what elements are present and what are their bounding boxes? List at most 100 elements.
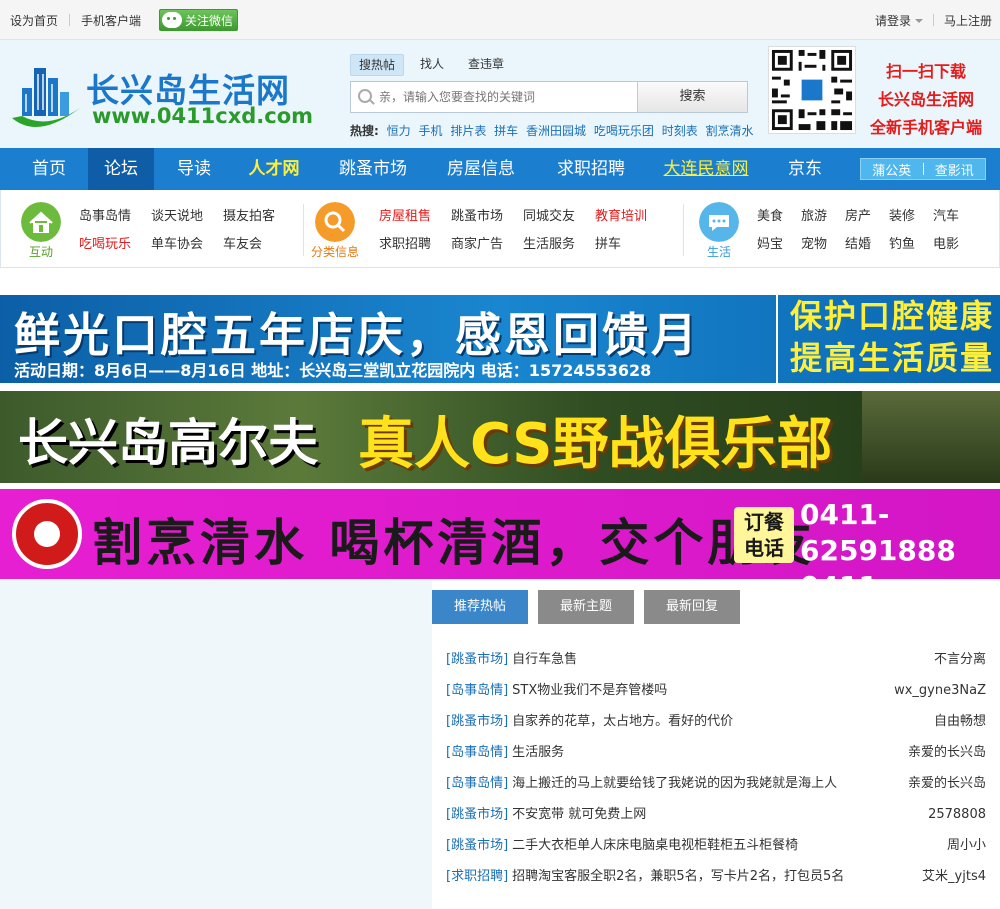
thread-title[interactable]: STX物业我们不是弃管楼吗 <box>512 683 667 698</box>
thread-author[interactable]: 2578808 <box>928 799 986 830</box>
divider <box>303 204 304 256</box>
category-link[interactable]: 结婚 <box>845 233 871 252</box>
hot-search-link[interactable]: 割烹清水 <box>706 124 754 138</box>
search-box: 搜索 <box>350 81 748 113</box>
tab-recommended[interactable]: 推荐热帖 <box>432 590 528 624</box>
hot-search-link[interactable]: 香洲田园城 <box>526 124 586 138</box>
restaurant-ad-banner[interactable]: 割烹清水 喝杯清酒，交个朋友 订餐 电话 0411-62591888 0411-… <box>0 489 1000 579</box>
hot-search-link[interactable]: 手机 <box>418 124 442 138</box>
login-link[interactable]: 请登录 <box>875 12 923 29</box>
search-tab-people[interactable]: 找人 <box>412 54 452 76</box>
nav-jobs[interactable]: 求职招聘 <box>548 148 634 190</box>
category-link[interactable]: 汽车 <box>933 205 959 224</box>
thread-title[interactable]: 自行车急售 <box>512 652 577 667</box>
category-link[interactable]: 同城交友 <box>523 205 575 224</box>
nav-talent[interactable]: 人才网 <box>238 148 310 190</box>
thread-title[interactable]: 二手大衣柜单人床床电脑桌电视柜鞋柜五斗柜餐椅 <box>512 838 798 853</box>
nav-dalian-opinion[interactable]: 大连民意网 <box>656 148 756 190</box>
thread-title[interactable]: 生活服务 <box>512 745 564 760</box>
label-line: 电话 <box>744 536 784 560</box>
nav-home[interactable]: 首页 <box>18 148 80 190</box>
group-classifieds: 分类信息 房屋租售 跳蚤市场 同城交友 教育培训 求职招聘 商家广告 生活服务 … <box>307 190 687 268</box>
tab-latest-topics[interactable]: 最新主题 <box>538 590 634 624</box>
category-link[interactable]: 跳蚤市场 <box>451 205 503 224</box>
category-link[interactable]: 房产 <box>845 205 871 224</box>
category-link[interactable]: 电影 <box>933 233 959 252</box>
thread-category[interactable]: [跳蚤市场] <box>446 714 508 729</box>
hot-search-link[interactable]: 恒力 <box>387 124 411 138</box>
category-link[interactable]: 美食 <box>757 205 783 224</box>
thread-title[interactable]: 招聘淘宝客服全职2名，兼职5名，写卡片2名，打包员5名 <box>512 869 844 884</box>
login-label: 请登录 <box>874 13 911 28</box>
buildings-logo-icon <box>12 68 80 127</box>
thread-author[interactable]: 亲爱的长兴岛 <box>908 737 986 768</box>
group-label: 生活 <box>706 245 731 259</box>
dental-ad-banner[interactable]: 鲜光口腔五年店庆，感恩回馈月 活动日期：8月6日——8月16日 地址：长兴岛三堂… <box>0 295 1000 383</box>
hot-search-link[interactable]: 排片表 <box>450 124 486 138</box>
category-link[interactable]: 钓鱼 <box>889 233 915 252</box>
search-tab-violations[interactable]: 查违章 <box>460 54 512 76</box>
thread-title[interactable]: 自家养的花草，太占地方。看好的代价 <box>512 714 733 729</box>
thread-author[interactable]: 亲爱的长兴岛 <box>908 768 986 799</box>
category-link[interactable]: 单车协会 <box>151 233 203 252</box>
thread-author[interactable]: 周小小 <box>947 830 986 861</box>
nav-housing[interactable]: 房屋信息 <box>438 148 524 190</box>
nav-forum[interactable]: 论坛 <box>88 148 154 190</box>
hot-search-link[interactable]: 拼车 <box>494 124 518 138</box>
nav-movies[interactable]: 查影讯 <box>924 160 986 179</box>
phone-number: 0411-85761177 <box>800 569 1000 579</box>
cs-club-ad-banner[interactable]: 长兴岛高尔夫 真人CS野战俱乐部 <box>0 391 1000 483</box>
hot-search-link[interactable]: 时刻表 <box>662 124 698 138</box>
site-logo[interactable]: 长兴岛生活网 www.0411cxd.com <box>8 58 313 136</box>
tab-latest-replies[interactable]: 最新回复 <box>644 590 740 624</box>
category-link[interactable]: 生活服务 <box>523 233 575 252</box>
mobile-client-link[interactable]: 手机客户端 <box>81 12 141 29</box>
search-button[interactable]: 搜索 <box>637 82 747 112</box>
thread-author[interactable]: 艾米_yjts4 <box>922 861 986 892</box>
thread-title[interactable]: 不安宽带 就可免费上网 <box>512 807 646 822</box>
set-home-link[interactable]: 设为首页 <box>10 12 58 29</box>
restaurant-logo <box>12 499 82 569</box>
category-link[interactable]: 教育培训 <box>595 205 647 224</box>
category-link[interactable]: 谈天说地 <box>151 205 203 224</box>
thread-author[interactable]: 不言分离 <box>934 644 986 675</box>
nav-dandelion[interactable]: 蒲公英 <box>861 160 923 179</box>
home-icon <box>21 202 61 242</box>
thread-category[interactable]: [岛事岛情] <box>446 776 508 791</box>
category-link[interactable]: 旅游 <box>801 205 827 224</box>
thread-category[interactable]: [岛事岛情] <box>446 683 508 698</box>
category-link[interactable]: 妈宝 <box>757 233 783 252</box>
slogan-line: 保护口腔健康 <box>790 297 995 335</box>
thread-title[interactable]: 海上搬迁的马上就要给钱了我姥说的因为我姥就是海上人 <box>512 776 837 791</box>
nav-flea-market[interactable]: 跳蚤市场 <box>330 148 416 190</box>
category-link[interactable]: 车友会 <box>223 233 262 252</box>
category-link[interactable]: 求职招聘 <box>379 233 431 252</box>
search-input[interactable] <box>379 82 637 112</box>
list-item: [岛事岛情] 生活服务 亲爱的长兴岛 <box>446 737 986 768</box>
category-link[interactable]: 装修 <box>889 205 915 224</box>
label-line: 订餐 <box>744 510 784 534</box>
thread-category[interactable]: [跳蚤市场] <box>446 807 508 822</box>
thread-category[interactable]: [岛事岛情] <box>446 745 508 760</box>
banner-slogan: 保护口腔健康 提高生活质量 <box>776 295 1000 383</box>
category-link[interactable]: 商家广告 <box>451 233 503 252</box>
category-link[interactable]: 岛事岛情 <box>79 205 131 224</box>
thread-author[interactable]: wx_gyne3NaZ <box>894 675 986 706</box>
category-nav: 互动 岛事岛情 谈天说地 摄友拍客 吃喝玩乐 单车协会 车友会 分类信息 房屋租… <box>0 190 1000 268</box>
hot-search-link[interactable]: 吃喝玩乐团 <box>594 124 654 138</box>
category-link[interactable]: 吃喝玩乐 <box>79 233 131 252</box>
search-tab-hot-posts[interactable]: 搜热帖 <box>350 54 405 76</box>
category-link[interactable]: 房屋租售 <box>379 205 431 224</box>
category-link[interactable]: 宠物 <box>801 233 827 252</box>
wechat-follow-button[interactable]: 关注微信 <box>159 9 239 31</box>
list-item: [跳蚤市场] 不安宽带 就可免费上网 2578808 <box>446 799 986 830</box>
thread-author[interactable]: 自由畅想 <box>934 706 986 737</box>
category-link[interactable]: 拼车 <box>595 233 621 252</box>
nav-jd[interactable]: 京东 <box>776 148 834 190</box>
thread-category[interactable]: [跳蚤市场] <box>446 652 508 667</box>
nav-guide[interactable]: 导读 <box>164 148 224 190</box>
thread-category[interactable]: [求职招聘] <box>446 869 508 884</box>
thread-category[interactable]: [跳蚤市场] <box>446 838 508 853</box>
register-link[interactable]: 马上注册 <box>944 12 992 29</box>
category-link[interactable]: 摄友拍客 <box>223 205 275 224</box>
